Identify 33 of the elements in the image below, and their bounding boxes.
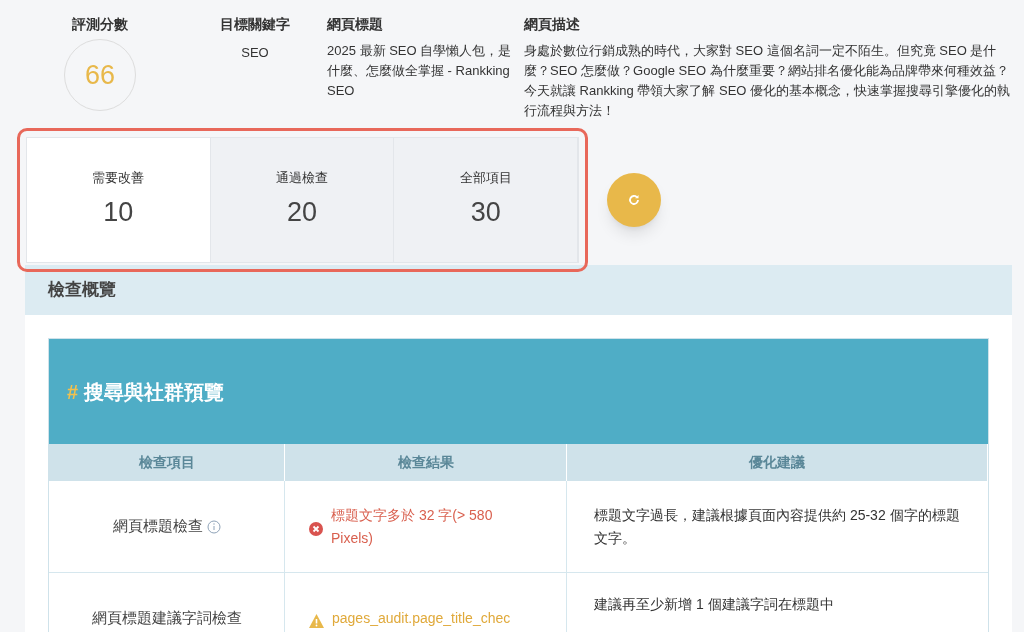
stat-value: 10 — [103, 195, 134, 229]
advice-text: 建議再至少新增 1 個建議字詞在標題中 — [594, 595, 834, 614]
table-cell-text: 網頁標題建議字詞檢查 — [91, 608, 242, 629]
keyword-value: SEO — [241, 44, 269, 62]
description-label: 網頁描述 — [524, 15, 581, 34]
hash-mark: # — [67, 379, 79, 405]
stat-value: 20 — [287, 195, 318, 229]
stat-card[interactable]: 全部項目 30 — [394, 138, 578, 262]
keyword-label: 目標關鍵字 — [220, 15, 290, 34]
page-description-text: 身處於數位行銷成熟的時代，大家對 SEO 這個名詞一定不陌生。但究竟 SEO 是什麼？SEO 怎麼做？Google SEO 為什麼重要？網站排名優化能為品牌帶來何種效益？今天就讓 Rankking 帶領大家了解 SEO 優化的基本概念，快速掌握搜尋引擎優化的執行流程與方法！ — [524, 42, 1012, 120]
column-header: 優化建議 — [567, 444, 988, 481]
column-header: 檢查項目 — [49, 444, 285, 481]
title-label: 網頁標題 — [327, 15, 384, 34]
stat-label: 需要改善 — [92, 169, 145, 187]
stat-label: 全部項目 — [459, 169, 512, 187]
stat-label: 通過檢查 — [276, 169, 328, 187]
stat-value: 30 — [470, 195, 501, 229]
table-cell-text: 網頁標題檢查 — [112, 516, 203, 537]
result-text: 標題文字多於 32 字(> 580 Pixels) — [331, 505, 494, 548]
column-header: 檢查結果 — [285, 444, 567, 481]
page-title-text: 2025 最新 SEO 自學懶人包，是什麼、怎麼做全掌握 - Rankking SEO — [327, 42, 512, 100]
info-icon[interactable] — [206, 519, 221, 534]
refresh-button[interactable] — [607, 173, 661, 227]
stat-card[interactable]: 需要改善 10 — [27, 138, 211, 262]
section-title: 搜尋與社群預覽 — [84, 379, 225, 405]
stat-card[interactable]: 通過檢查 20 — [210, 138, 395, 262]
overview-header: 檢查概覽 — [25, 265, 1012, 315]
advice-text: 標題文字過長，建議根據頁面內容提供約 25-32 個字的標題文字。 — [594, 505, 961, 548]
refresh-icon — [628, 194, 640, 206]
result-text: pages_audit.page_title_chec — [332, 609, 511, 628]
error-icon — [309, 521, 323, 536]
warning-icon — [309, 613, 324, 628]
score-label: 評測分數 — [72, 15, 128, 34]
